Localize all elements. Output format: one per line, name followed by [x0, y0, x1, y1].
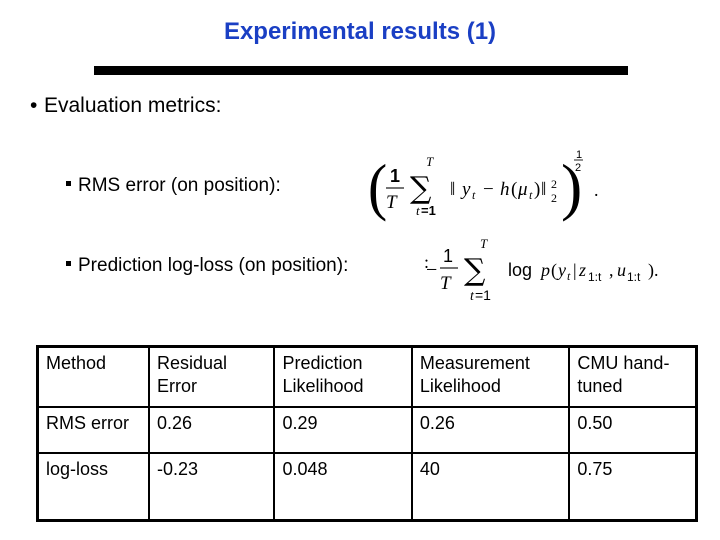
- header-text-line: tuned: [577, 376, 623, 396]
- sum-lower-var: t: [416, 203, 420, 218]
- minus-sign: −: [426, 259, 437, 281]
- frac-denominator: T: [440, 273, 452, 294]
- sum-lower-eq: =1: [475, 287, 491, 303]
- sub-bullet-label: RMS error (on position):: [78, 175, 281, 196]
- header-text-line: Likelihood: [282, 376, 364, 396]
- z-sub-range: 1:t: [588, 270, 602, 284]
- header-text-line: CMU hand-: [577, 353, 670, 373]
- bullet-evaluation-metrics: • Evaluation metrics:: [30, 94, 221, 118]
- header-text-line: Error: [157, 376, 197, 396]
- header-method: Method: [36, 345, 150, 408]
- log-loss-formula: : − 1 T T ∑ t =1 log p ( y t | z 1:t , u…: [424, 236, 659, 304]
- y-sub-t: t: [472, 188, 476, 202]
- cell-value: 0.26: [147, 406, 276, 454]
- header-text-line: Method: [46, 353, 107, 373]
- h-func: h: [500, 179, 510, 200]
- exp-numerator: 1: [576, 149, 582, 161]
- sum-upper: T: [426, 154, 434, 169]
- header-measurement-likelihood: Measurement Likelihood: [410, 345, 571, 408]
- cell-value: -0.23: [147, 452, 276, 522]
- sub-bullet-rms-error: RMS error (on position):: [66, 175, 281, 197]
- cell-value: 0.048: [273, 452, 413, 522]
- header-residual-error: Residual Error: [147, 345, 276, 408]
- y-var: y: [460, 179, 471, 200]
- frac-denominator: T: [386, 192, 398, 213]
- frac-numerator: 1: [390, 166, 400, 186]
- table-row: log-loss -0.23 0.048 40 0.75: [36, 452, 698, 522]
- cell-value: 0.29: [273, 406, 413, 454]
- y-sub-t: t: [567, 269, 571, 283]
- sub-bullet-label: Prediction log-loss (on position):: [78, 255, 349, 276]
- formula-period: .: [594, 180, 599, 200]
- u-var: u: [617, 260, 626, 280]
- table-row: RMS error 0.26 0.29 0.26 0.50: [36, 406, 698, 454]
- norm-sub: 2: [551, 191, 557, 205]
- row-label-rms-error: RMS error: [36, 406, 150, 454]
- row-label-log-loss: log-loss: [36, 452, 150, 522]
- p-func: p: [539, 260, 550, 280]
- paren-open: (: [511, 179, 517, 200]
- sub-bullet-log-loss: Prediction log-loss (on position):: [66, 255, 348, 277]
- paren-open: (: [551, 260, 557, 281]
- norm-right: ‖: [541, 179, 546, 200]
- slide-title: Experimental results (1): [223, 18, 497, 45]
- comma: ,: [609, 260, 614, 280]
- big-open-paren: (: [368, 152, 387, 222]
- exp-denominator: 2: [575, 162, 581, 174]
- cell-value: 0.75: [568, 452, 698, 522]
- header-prediction-likelihood: Prediction Likelihood: [273, 345, 413, 408]
- sum-sign: ∑: [410, 171, 432, 206]
- sum-sign: ∑: [464, 253, 486, 288]
- given-bar: |: [573, 260, 577, 280]
- paren-close: ): [534, 179, 540, 200]
- header-text-line: Measurement: [419, 353, 530, 373]
- y-var: y: [556, 260, 566, 280]
- results-table: Method Residual Error Prediction Likelihoo…: [36, 345, 698, 522]
- minus-sign: −: [483, 179, 494, 200]
- title-divider: [94, 66, 628, 75]
- table-header-row: Method Residual Error Prediction Likelihoo…: [36, 345, 698, 408]
- norm-left: ‖: [450, 179, 455, 200]
- cell-value: 40: [410, 452, 571, 522]
- square-bullet-icon: [66, 261, 71, 267]
- frac-numerator: 1: [443, 246, 453, 266]
- paren-close-period: ).: [648, 260, 659, 281]
- sum-upper: T: [480, 236, 488, 251]
- mu-sub-t: t: [529, 188, 533, 202]
- mu-var: μ: [517, 179, 528, 200]
- norm-sup: 2: [551, 177, 557, 191]
- header-text-line: Likelihood: [419, 376, 501, 396]
- bullet-text: Evaluation metrics:: [44, 94, 222, 117]
- cell-value: 0.26: [410, 406, 571, 454]
- square-bullet-icon: [66, 181, 71, 187]
- log-word: log: [508, 260, 532, 280]
- sum-lower-eq: =1: [421, 203, 436, 218]
- header-text-line: Prediction: [282, 353, 363, 373]
- rms-error-formula: ( 1 T T ∑ t =1 ‖ y t − h ( μ t ) ‖ 2 2 )…: [368, 149, 599, 223]
- cell-value: 0.50: [568, 406, 698, 454]
- round-bullet-icon: •: [30, 94, 38, 117]
- z-var: z: [578, 260, 586, 280]
- header-text-line: Residual: [157, 353, 228, 373]
- u-sub-range: 1:t: [627, 270, 641, 284]
- header-cmu-hand-tuned: CMU hand-tuned: [568, 345, 698, 408]
